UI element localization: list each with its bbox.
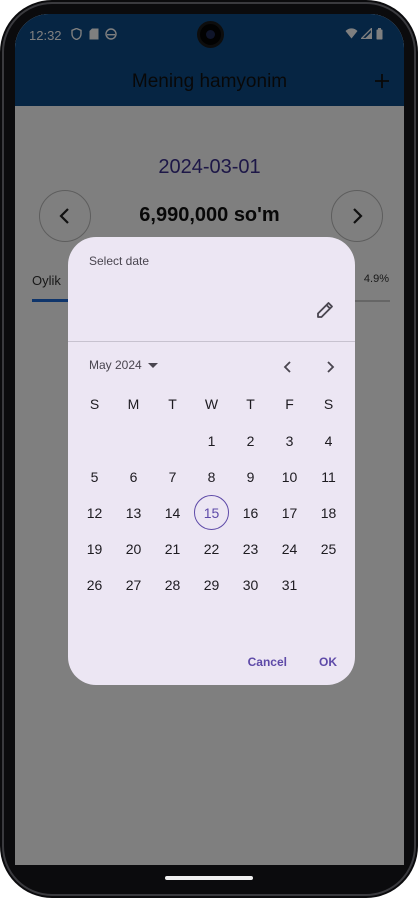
calendar-day[interactable]: 23 [231, 531, 270, 567]
calendar-day[interactable]: 22 [192, 531, 231, 567]
phone-frame: 12:32 Mening hamyonim [0, 0, 418, 898]
previous-month-button[interactable] [277, 356, 299, 378]
weekday-label: T [246, 396, 255, 412]
calendar-day[interactable]: 26 [75, 567, 114, 603]
screen: 12:32 Mening hamyonim [15, 14, 404, 865]
calendar-day[interactable]: 6 [114, 459, 153, 495]
ok-button[interactable]: OK [319, 655, 337, 669]
next-month-button[interactable] [319, 356, 341, 378]
calendar-day[interactable]: 21 [153, 531, 192, 567]
calendar-day[interactable]: 13 [114, 495, 153, 531]
cancel-button[interactable]: Cancel [248, 655, 287, 669]
weekday-label: S [323, 396, 334, 412]
weekday-label: S [89, 396, 100, 412]
dialog-divider [68, 341, 355, 342]
calendar-day[interactable]: 2 [231, 423, 270, 459]
weekday-label: F [285, 396, 294, 412]
calendar-week: 26 27 28 29 30 31 [75, 567, 348, 603]
calendar-day[interactable]: 20 [114, 531, 153, 567]
date-picker-dialog: Select date May 2024 S M T W T F S 1 2 3… [68, 237, 355, 685]
calendar-day[interactable]: 18 [309, 495, 348, 531]
dropdown-caret-icon [147, 362, 158, 368]
calendar-day[interactable]: 8 [192, 459, 231, 495]
chevron-right-icon [327, 361, 335, 373]
calendar-day[interactable]: 11 [309, 459, 348, 495]
weekday-label: W [204, 396, 219, 412]
month-year-label: May 2024 [89, 358, 142, 372]
calendar-day[interactable]: 4 [309, 423, 348, 459]
calendar-day[interactable]: 25 [309, 531, 348, 567]
dialog-actions: Cancel OK [248, 655, 337, 669]
calendar-day[interactable]: 12 [75, 495, 114, 531]
calendar-day[interactable]: 28 [153, 567, 192, 603]
weekday-header: S M T W T F S [75, 396, 348, 412]
calendar-day[interactable]: 9 [231, 459, 270, 495]
calendar-week: 5 6 7 8 9 10 11 [75, 459, 348, 495]
calendar-day[interactable]: 17 [270, 495, 309, 531]
calendar-week: 1 2 3 4 [75, 423, 348, 459]
calendar-day[interactable]: 7 [153, 459, 192, 495]
calendar-day[interactable]: 3 [270, 423, 309, 459]
calendar-day[interactable]: 1 [192, 423, 231, 459]
calendar-day[interactable]: 14 [153, 495, 192, 531]
chevron-left-icon [283, 361, 291, 373]
calendar-day[interactable]: 19 [75, 531, 114, 567]
pencil-icon [317, 302, 333, 318]
weekday-label: M [127, 396, 140, 412]
weekday-label: T [168, 396, 177, 412]
calendar-day[interactable]: 31 [270, 567, 309, 603]
calendar-day[interactable]: 16 [231, 495, 270, 531]
calendar-day[interactable]: 30 [231, 567, 270, 603]
calendar-week: 12 13 14 15 16 17 18 [75, 495, 348, 531]
edit-input-mode-button[interactable] [314, 299, 336, 321]
calendar-day[interactable]: 27 [114, 567, 153, 603]
calendar-week: 19 20 21 22 23 24 25 [75, 531, 348, 567]
calendar-day[interactable]: 24 [270, 531, 309, 567]
calendar-day[interactable]: 5 [75, 459, 114, 495]
dialog-title: Select date [89, 254, 150, 268]
calendar-day[interactable]: 29 [192, 567, 231, 603]
month-year-selector[interactable]: May 2024 [89, 358, 158, 372]
home-indicator[interactable] [165, 876, 253, 880]
calendar-day[interactable]: 10 [270, 459, 309, 495]
calendar-day-today[interactable]: 15 [192, 495, 231, 531]
